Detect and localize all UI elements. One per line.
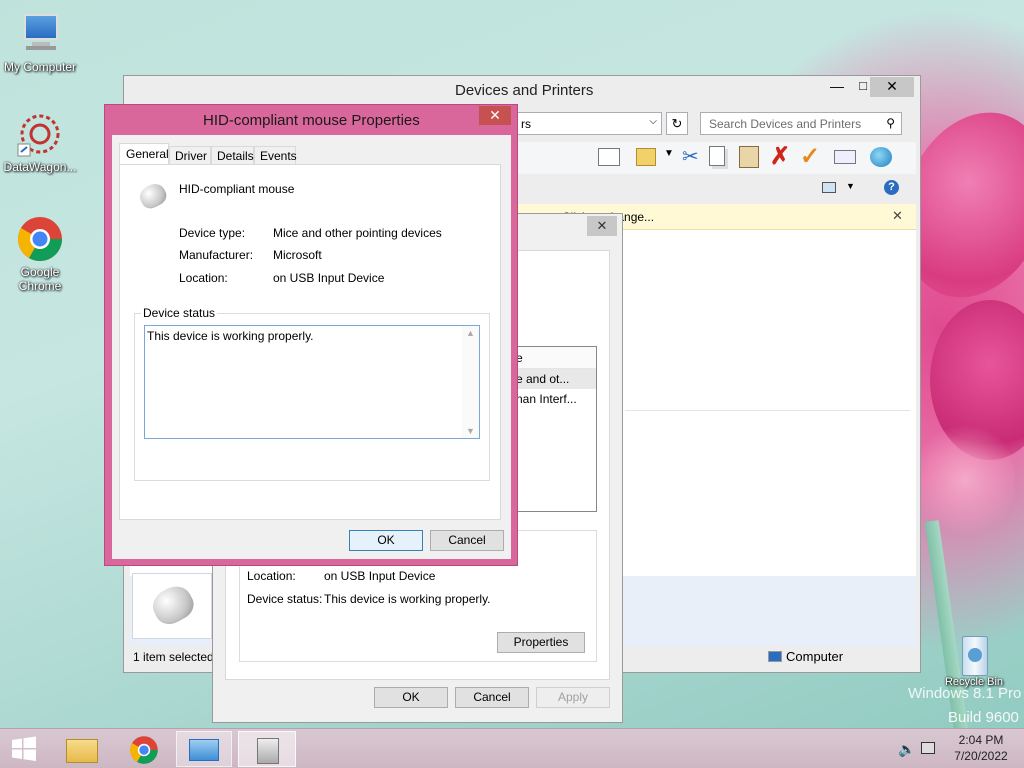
scroll-up-icon[interactable]: ▲ [466,328,475,338]
view-options-icon[interactable] [822,182,836,193]
watermark-build: Build 9600 [948,709,1019,726]
checkmark-icon[interactable]: ✓ [800,142,820,171]
location-value: on USB Input Device [273,271,385,285]
paste-icon[interactable] [739,146,759,168]
properties-button[interactable]: Properties [497,632,585,653]
preview-pane-icon[interactable] [598,148,620,166]
address-bar[interactable]: rs ⌵ [514,112,662,135]
list-item[interactable]: e and ot... [506,369,596,389]
watermark-edition: Windows 8.1 Pro [908,685,1022,702]
device-type-value: Mice and other pointing devices [273,226,442,240]
desktop-icon-google-chrome[interactable]: Google Chrome [0,215,80,293]
tab-panel: HID-compliant mouse Device type: Mice an… [119,164,501,520]
speaker-muted-icon[interactable]: 🔈 [898,741,915,758]
properties-icon[interactable] [834,150,856,164]
list-header: e [506,347,596,369]
folder-check-icon[interactable] [636,148,656,166]
computer-icon [768,651,782,662]
tab-details[interactable]: Details [211,146,254,165]
tab-events[interactable]: Events [254,146,297,165]
clock[interactable]: 2:04 PM 7/20/2022 [946,733,1016,763]
taskbar: 🔈 2:04 PM 7/20/2022 [0,728,1024,768]
scroll-down-icon[interactable]: ▼ [466,426,475,436]
recycle-bin-icon [950,630,998,678]
network-icon[interactable] [921,742,935,754]
desktop-icon-datawagon[interactable]: DataWagon... [0,110,80,174]
device-type-label: Device type: [179,226,246,240]
device-status-group: Device status This device is working pro… [134,306,490,481]
refresh-icon[interactable]: ↻ [666,112,688,135]
status-selected: 1 item selected [133,650,214,664]
list-item[interactable]: nan Interf... [506,389,596,409]
tab-driver[interactable]: Driver [169,146,211,165]
minimize-button[interactable]: — [824,78,850,98]
chrome-icon [130,736,158,764]
cancel-button[interactable]: Cancel [430,530,504,551]
cut-icon[interactable]: ✂ [682,144,699,169]
device-status-textbox[interactable]: This device is working properly. ▲ ▼ [144,325,480,439]
close-icon[interactable]: ✕ [892,208,903,224]
taskbar-chrome[interactable] [119,731,169,767]
location-value: on USB Input Device [324,569,436,583]
search-icon[interactable]: ⚲ [886,116,895,130]
apply-button[interactable]: Apply [536,687,610,708]
taskbar-control-panel[interactable] [176,731,232,767]
cancel-button[interactable]: Cancel [455,687,529,708]
desktop-icon-my-computer[interactable]: My Computer [0,10,80,74]
chevron-down-icon[interactable]: ▼ [846,181,855,191]
computer-icon [16,10,64,58]
clock-date: 7/20/2022 [954,749,1008,763]
chevron-down-icon[interactable]: ⌵ [649,116,657,127]
ok-button[interactable]: OK [349,530,423,551]
dropdown-arrow-icon[interactable]: ▼ [664,148,674,159]
status-computer: Computer [768,649,843,664]
device-status-legend: Device status [141,306,218,320]
folder-icon [66,739,98,763]
device-thumbnail[interactable] [132,573,212,639]
window-title: Devices and Printers [455,82,594,99]
manufacturer-label: Manufacturer: [179,248,254,262]
mouse-icon [136,180,170,212]
device-manager-icon [257,738,279,764]
start-button[interactable] [2,731,46,767]
datawagon-logo-icon [16,110,64,158]
group-divider [625,410,910,411]
copy-icon[interactable] [709,146,725,166]
close-button[interactable]: ✕ [587,216,617,236]
tab-general[interactable]: General [119,143,169,165]
device-status-label: Device status: [247,592,323,606]
scrollbar[interactable]: ▲ ▼ [462,326,479,438]
toolbar: ▼ ✂ ✗ ✓ [514,142,916,174]
close-button[interactable]: ✕ [479,106,511,125]
device-name: HID-compliant mouse [179,182,295,196]
globe-icon[interactable] [870,147,892,167]
clock-time: 2:04 PM [958,733,1004,747]
dialog-body: General Driver Details Events HID-compli… [112,135,511,559]
help-icon[interactable]: ? [884,180,899,195]
dialog-title: HID-compliant mouse Properties [203,112,420,129]
ok-button[interactable]: OK [374,687,448,708]
delete-icon[interactable]: ✗ [770,142,790,171]
taskbar-file-explorer[interactable] [57,731,107,767]
device-status-value: This device is working properly. [324,592,491,606]
mouse-properties-dialog: HID-compliant mouse Properties ✕ General… [104,104,518,566]
desktop-icon-recycle-bin[interactable]: Recycle Bin [934,630,1014,688]
control-panel-icon [189,739,219,761]
mouse-icon [147,580,199,630]
location-label: Location: [247,569,296,583]
taskbar-device-manager[interactable] [238,731,296,767]
windows-logo-icon [12,736,36,761]
search-input[interactable]: Search Devices and Printers ⚲ [700,112,902,135]
manufacturer-value: Microsoft [273,248,322,262]
functions-list: e e and ot... nan Interf... [505,346,597,512]
close-button[interactable]: ✕ [870,77,914,97]
chrome-icon [16,215,64,263]
location-label: Location: [179,271,228,285]
